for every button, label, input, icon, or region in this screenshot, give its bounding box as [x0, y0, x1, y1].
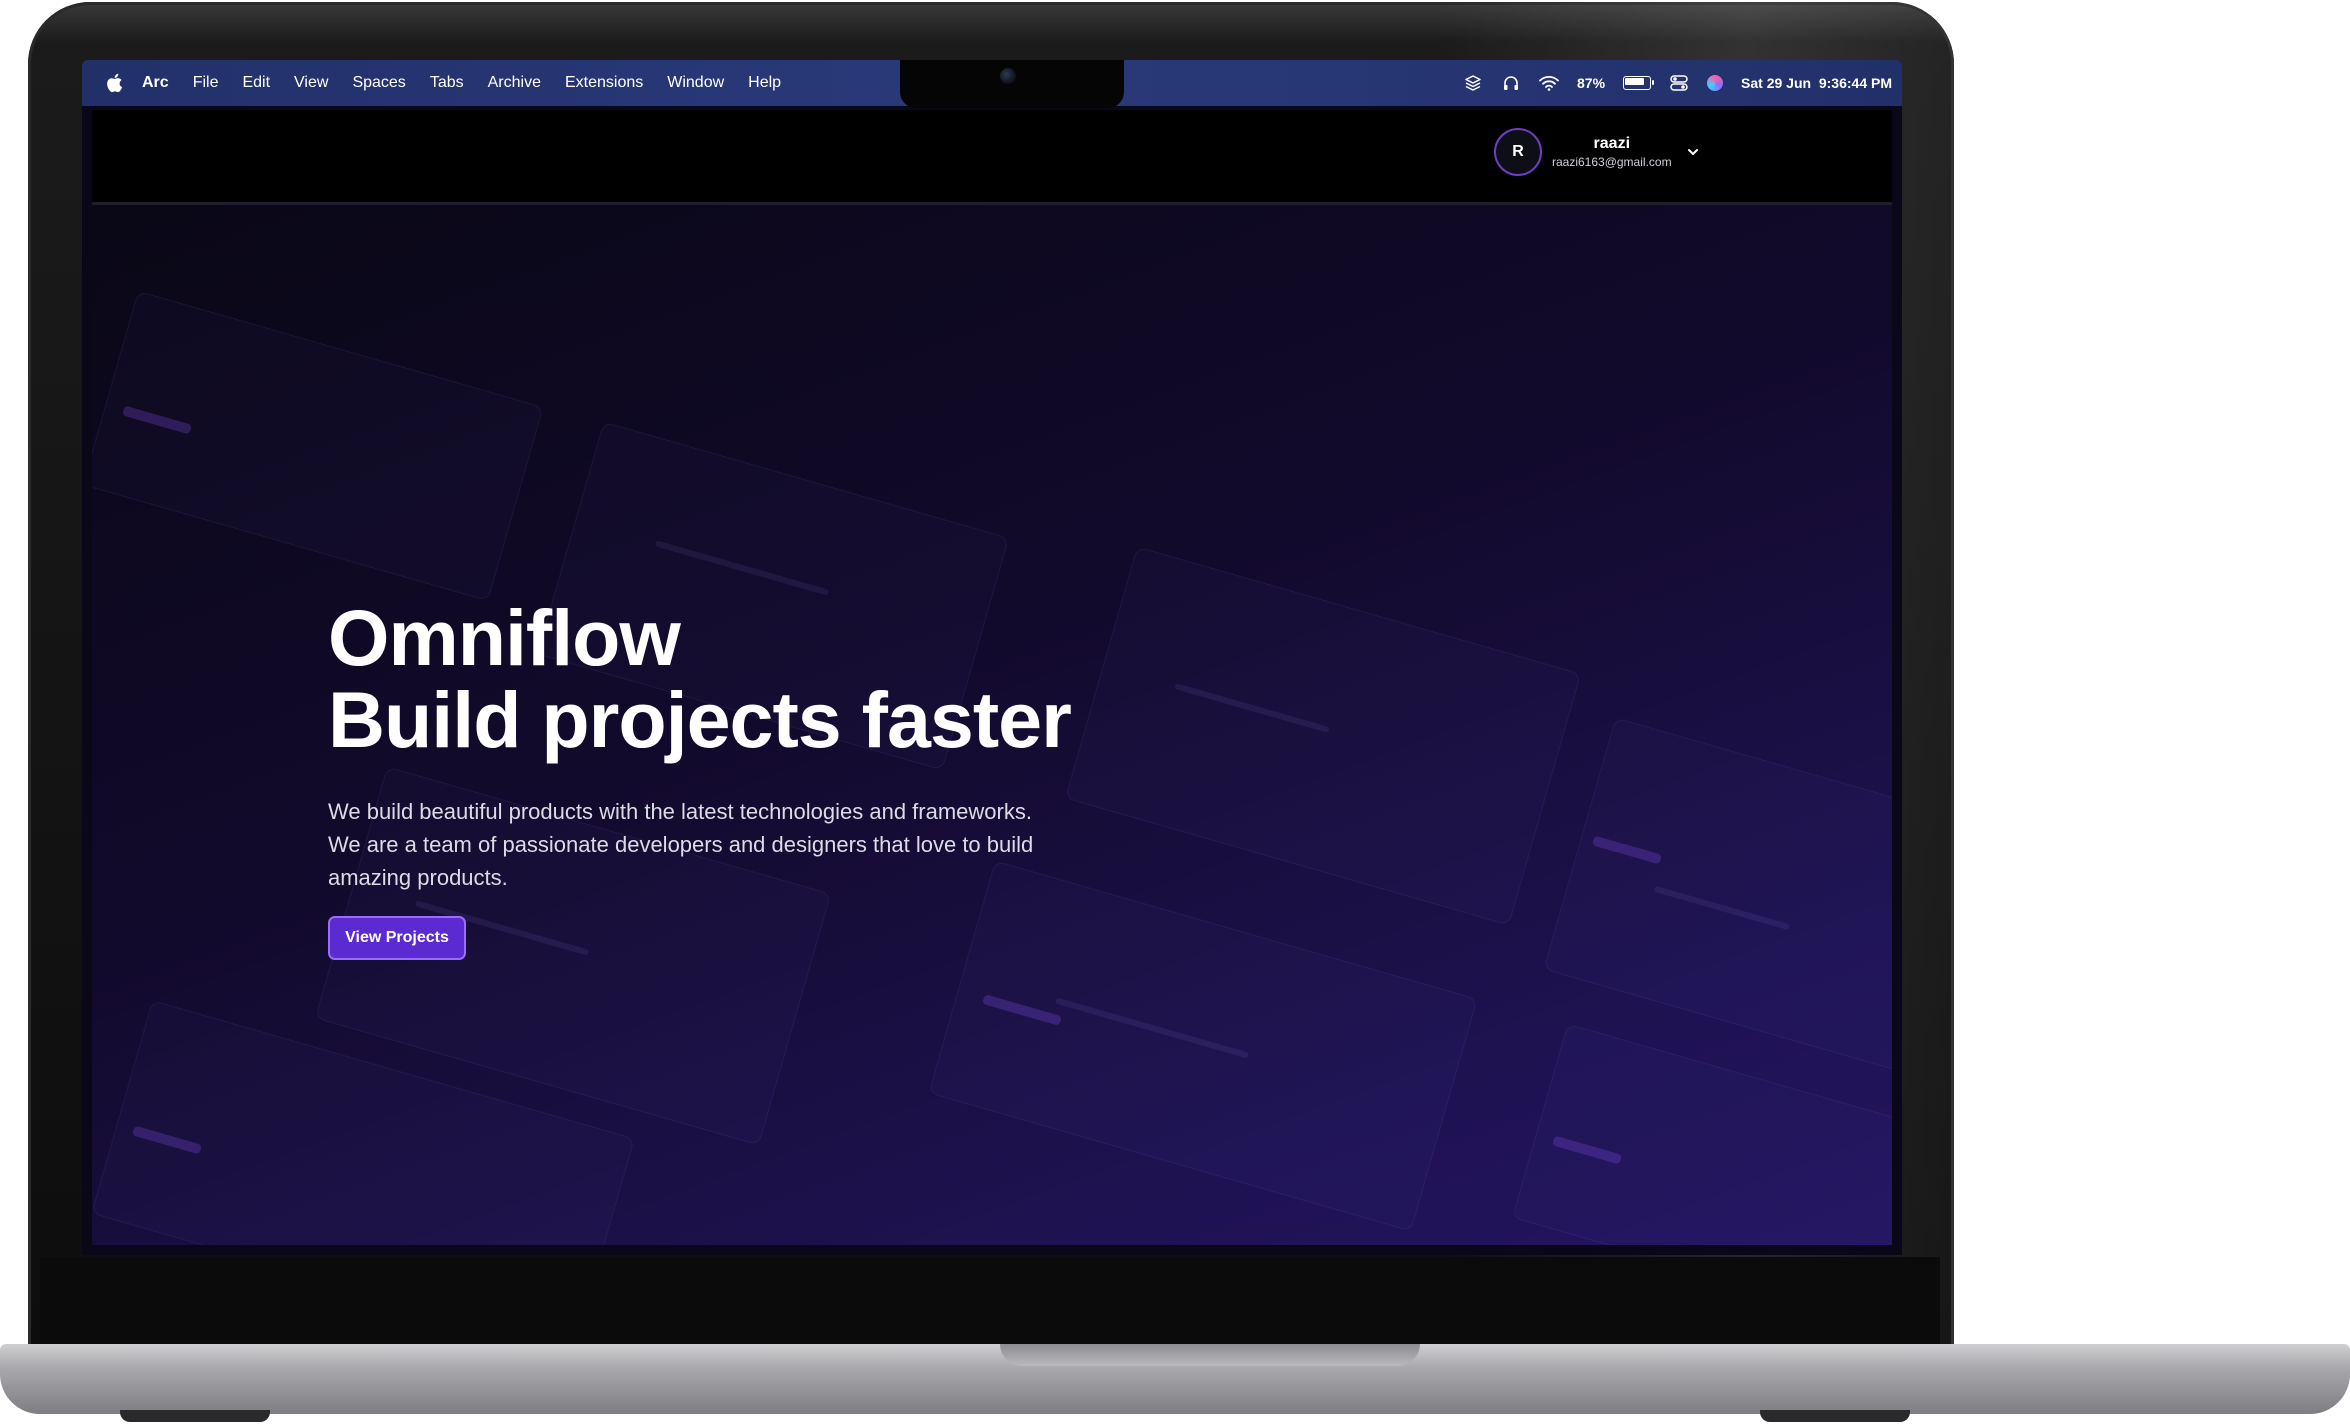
- layers-icon[interactable]: [1463, 73, 1483, 93]
- user-info: raazi raazi6163@gmail.com: [1552, 135, 1672, 169]
- apple-icon[interactable]: [104, 73, 124, 93]
- laptop-base-notch: [1000, 1344, 1420, 1366]
- chevron-down-icon[interactable]: [1686, 145, 1700, 159]
- laptop-foot-left: [120, 1410, 270, 1422]
- view-projects-button[interactable]: View Projects: [328, 916, 466, 960]
- user-email: raazi6163@gmail.com: [1552, 155, 1672, 169]
- battery-percent: 87%: [1577, 75, 1606, 91]
- hero-title-line-2: Build projects faster: [328, 675, 1072, 764]
- background-dashboard-preview: [1064, 546, 1582, 926]
- background-dashboard-preview: [1543, 717, 1892, 1075]
- laptop-mockup: Arc File Edit View Spaces Tabs Archive E…: [0, 0, 2350, 1426]
- laptop-screen: Arc File Edit View Spaces Tabs Archive E…: [82, 60, 1902, 1255]
- laptop-base: [0, 1344, 2350, 1414]
- battery-icon[interactable]: [1623, 76, 1655, 90]
- menu-window[interactable]: Window: [667, 74, 724, 92]
- hero-section: Omniflow Build projects faster We build …: [92, 205, 1892, 1245]
- hero-title-line-1: Omniflow: [328, 593, 681, 682]
- app-header: R raazi raazi6163@gmail.com: [92, 110, 1892, 205]
- user-name: raazi: [1593, 135, 1631, 152]
- status-area: 87% Sat 29 Jun 9:36:44 PM: [1463, 60, 1892, 106]
- camera-lens: [1000, 68, 1016, 84]
- menu-file[interactable]: File: [193, 74, 219, 92]
- menu-tabs[interactable]: Tabs: [430, 74, 464, 92]
- laptop-foot-right: [1760, 1410, 1910, 1422]
- menu-arc[interactable]: Arc: [142, 74, 169, 92]
- background-dashboard-preview: [92, 290, 544, 602]
- avatar[interactable]: R: [1494, 128, 1542, 176]
- hero-description: We build beautiful products with the lat…: [328, 799, 1034, 890]
- menu-help[interactable]: Help: [748, 74, 781, 92]
- hero-title: Omniflow Build projects faster: [328, 593, 1072, 764]
- wifi-icon[interactable]: [1539, 73, 1559, 93]
- user-menu[interactable]: R raazi raazi6163@gmail.com: [1494, 124, 1700, 180]
- menu-extensions[interactable]: Extensions: [565, 74, 643, 92]
- menu-edit[interactable]: Edit: [242, 74, 270, 92]
- laptop-bottom-bezel: [40, 1257, 1940, 1347]
- camera-notch: [900, 60, 1124, 108]
- siri-icon[interactable]: [1707, 75, 1724, 91]
- menu-datetime[interactable]: Sat 29 Jun 9:36:44 PM: [1741, 75, 1892, 91]
- control-center-icon[interactable]: [1669, 73, 1689, 93]
- headphones-icon[interactable]: [1501, 73, 1521, 93]
- menu-archive[interactable]: Archive: [488, 74, 541, 92]
- menu-spaces[interactable]: Spaces: [352, 74, 405, 92]
- background-dashboard-preview: [1511, 1023, 1892, 1245]
- menu-view[interactable]: View: [294, 74, 328, 92]
